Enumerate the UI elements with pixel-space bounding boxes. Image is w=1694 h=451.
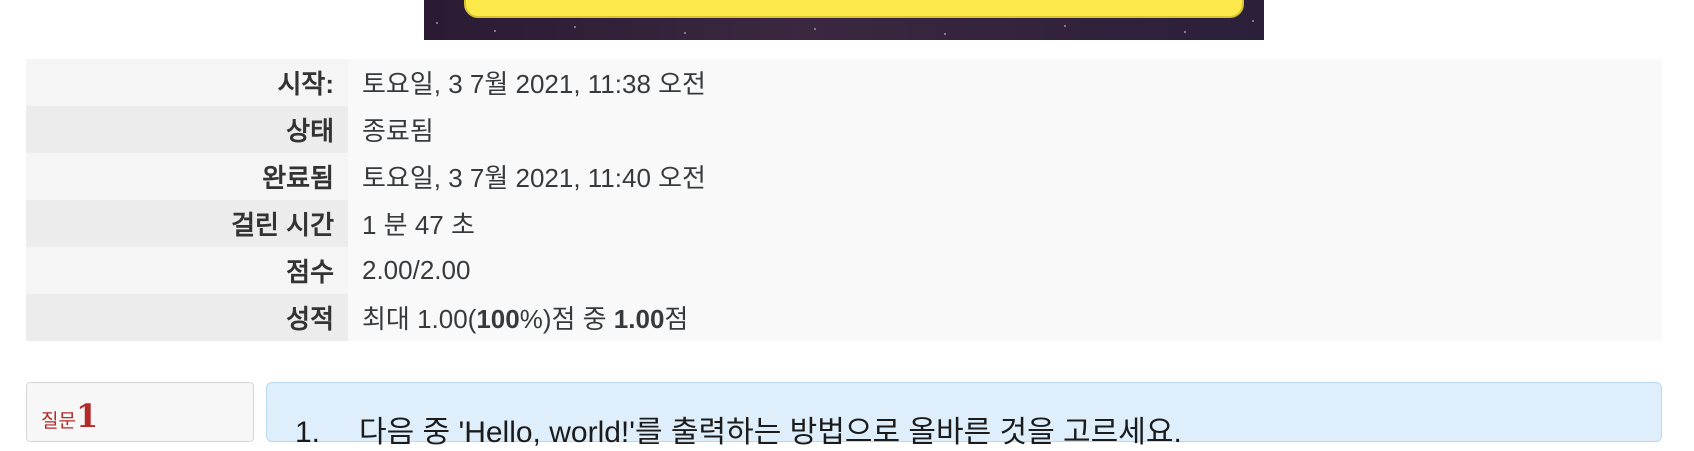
question-number: 1: [75, 397, 99, 435]
summary-value: 1 분 47 초: [348, 200, 1662, 247]
summary-row-completed: 완료됨 토요일, 3 7월 2021, 11:40 오전: [26, 153, 1662, 200]
grade-mid: %)점 중: [519, 304, 614, 334]
summary-value: 2.00/2.00: [348, 247, 1662, 294]
summary-label: 완료됨: [26, 153, 348, 200]
summary-label: 점수: [26, 247, 348, 294]
summary-row-started: 시작: 토요일, 3 7월 2021, 11:38 오전: [26, 59, 1662, 106]
summary-value: 토요일, 3 7월 2021, 11:40 오전: [348, 153, 1662, 200]
question-info-box: 질문1: [26, 382, 254, 442]
summary-value-grade: 최대 1.00(100%)점 중 1.00점: [348, 294, 1662, 341]
summary-row-time-taken: 걸린 시간 1 분 47 초: [26, 200, 1662, 247]
summary-row-marks: 점수 2.00/2.00: [26, 247, 1662, 294]
question-label: 질문: [41, 410, 76, 432]
quiz-review-summary: 시작: 토요일, 3 7월 2021, 11:38 오전 상태 종료됨 완료됨 …: [26, 59, 1662, 341]
summary-label: 상태: [26, 106, 348, 153]
question-text: 다음 중 'Hello, world!'를 출력하는 방법으로 올바른 것을 고…: [359, 416, 1182, 449]
banner-yellow-box: [464, 0, 1244, 18]
grade-percent: 100: [476, 304, 520, 334]
summary-row-state: 상태 종료됨: [26, 106, 1662, 153]
quiz-banner-image: [424, 0, 1264, 40]
grade-score: 1.00: [613, 304, 665, 334]
summary-value: 토요일, 3 7월 2021, 11:38 오전: [348, 59, 1662, 106]
summary-value: 종료됨: [348, 106, 1662, 153]
summary-label: 걸린 시간: [26, 200, 348, 247]
question-index: 1.: [295, 416, 321, 449]
summary-label: 시작:: [26, 59, 348, 106]
question-text-box: 1. 다음 중 'Hello, world!'를 출력하는 방법으로 올바른 것을…: [266, 382, 1662, 449]
summary-label: 성적: [26, 294, 348, 341]
summary-row-grade: 성적 최대 1.00(100%)점 중 1.00점: [26, 294, 1662, 341]
grade-suffix: 점: [664, 304, 689, 334]
grade-prefix: 최대 1.00(: [362, 304, 477, 334]
